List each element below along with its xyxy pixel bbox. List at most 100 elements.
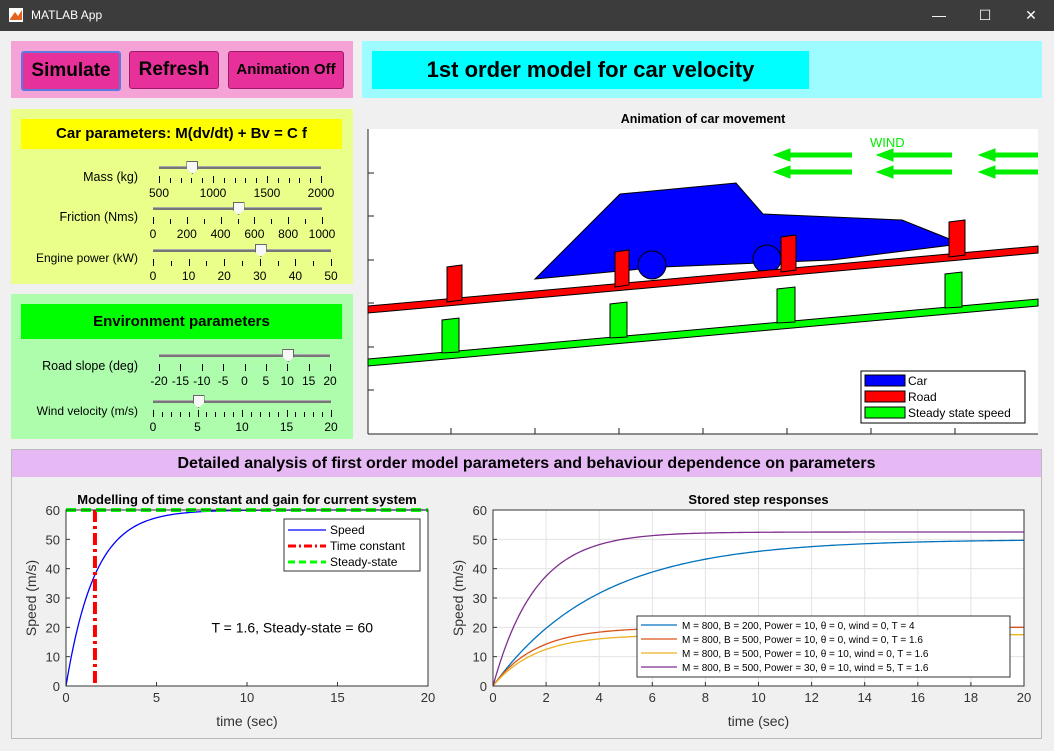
wind-minor-tick — [215, 412, 217, 417]
power-tick — [188, 259, 190, 266]
power-minor-tick — [277, 261, 279, 266]
wind-slider-track[interactable] — [153, 400, 331, 403]
wind-minor-tick — [295, 412, 297, 417]
wind-tick — [286, 410, 288, 417]
chart-title: Stored step responses — [688, 492, 828, 507]
close-button[interactable]: ✕ — [1008, 0, 1054, 31]
power-minor-tick — [313, 261, 315, 266]
annotation-text: T = 1.6, Steady-state = 60 — [211, 619, 373, 635]
wind-tick — [242, 410, 243, 417]
car-params-title: Car parameters: M(dv/dt) + Bv = C f — [21, 119, 342, 149]
mass-slider-track[interactable] — [159, 166, 321, 169]
friction-tick — [186, 217, 188, 224]
y-tick-label: 50 — [46, 532, 60, 547]
wind-minor-tick — [179, 412, 181, 417]
mass-minor-tick — [310, 178, 312, 183]
wind-minor-tick — [277, 412, 279, 417]
friction-tick — [322, 217, 323, 224]
y-tick-label: 60 — [46, 503, 60, 518]
y-tick-label: 0 — [480, 679, 487, 694]
minimize-button[interactable]: — — [916, 0, 962, 31]
wind-tick-label: 10 — [235, 420, 249, 434]
wind-minor-tick — [206, 412, 208, 417]
env-params-title: Environment parameters — [21, 304, 342, 339]
maximize-button[interactable]: ☐ — [962, 0, 1008, 31]
mass-minor-tick — [288, 178, 290, 183]
friction-label: Friction (Nms) — [59, 210, 138, 224]
legend-label: Time constant — [330, 539, 406, 553]
mass-minor-tick — [277, 178, 279, 183]
friction-minor-tick — [271, 219, 273, 224]
slope-tick — [330, 364, 331, 371]
mass-tick — [321, 176, 322, 183]
friction-tick-label: 800 — [278, 227, 299, 241]
power-tick — [153, 259, 154, 266]
refresh-button[interactable]: Refresh — [129, 51, 219, 89]
slope-tick-label: 10 — [280, 374, 294, 388]
friction-tick-label: 0 — [149, 227, 157, 241]
power-tick — [295, 259, 297, 266]
wind-tick-label: 5 — [194, 420, 201, 434]
friction-tick-label: 400 — [210, 227, 231, 241]
wind-minor-tick — [304, 412, 306, 417]
slope-tick-label: -5 — [217, 374, 229, 388]
animation-axes: Animation of car movement WIND Car Road … — [367, 112, 1039, 435]
x-tick-label: 14 — [857, 690, 871, 705]
y-axis-label: Speed (m/s) — [450, 560, 466, 636]
y-tick-label: 0 — [53, 679, 60, 694]
power-tick — [331, 259, 332, 266]
x-axis-label: time (sec) — [728, 713, 789, 729]
mass-minor-tick — [169, 178, 171, 183]
power-tick-label: 0 — [149, 269, 157, 283]
legend-label: Speed — [330, 523, 365, 537]
slope-tick — [223, 364, 225, 371]
mass-tick-label: 2000 — [307, 186, 335, 200]
simulate-button[interactable]: Simulate — [21, 51, 121, 91]
wind-minor-tick — [259, 412, 261, 417]
power-tick-label: 10 — [181, 269, 196, 283]
x-tick-label: 8 — [702, 690, 709, 705]
x-tick-label: 10 — [240, 690, 254, 705]
friction-tick — [288, 217, 290, 224]
legend-label: M = 800, B = 500, Power = 10, θ = 0, win… — [682, 635, 923, 646]
x-tick-label: 0 — [62, 690, 69, 705]
x-tick-label: 5 — [153, 690, 160, 705]
friction-minor-tick — [169, 219, 171, 224]
slope-label: Road slope (deg) — [42, 359, 138, 373]
slope-tick — [308, 364, 310, 371]
x-tick-label: 0 — [489, 690, 496, 705]
legend-swatch-road — [864, 390, 906, 403]
slope-slider-track[interactable] — [159, 354, 330, 357]
friction-tick — [254, 217, 256, 224]
animation-legend: Car Road Steady state speed — [860, 370, 1026, 424]
friction-minor-tick — [203, 219, 205, 224]
x-tick-label: 20 — [1017, 690, 1031, 705]
power-minor-tick — [206, 261, 208, 266]
wind-minor-tick — [188, 412, 190, 417]
wind-minor-tick — [268, 412, 270, 417]
x-tick-label: 18 — [964, 690, 978, 705]
slope-tick-label: 5 — [262, 374, 270, 388]
wind-tick — [153, 410, 154, 417]
legend-label-steady: Steady state speed — [908, 406, 1011, 420]
power-slider-track[interactable] — [153, 249, 331, 252]
friction-minor-tick — [305, 219, 307, 224]
matlab-logo-icon — [9, 8, 23, 22]
friction-tick-label: 1000 — [308, 227, 336, 241]
mass-minor-tick — [245, 178, 247, 183]
window-title: MATLAB App — [31, 8, 103, 22]
mass-minor-tick — [223, 178, 225, 183]
slope-tick-label: 0 — [241, 374, 248, 388]
animation-toggle-button[interactable]: Animation Off — [228, 51, 344, 89]
mass-minor-tick — [202, 178, 204, 183]
wind-minor-tick — [250, 412, 252, 417]
x-tick-label: 20 — [421, 690, 435, 705]
wind-tick — [331, 410, 332, 417]
mass-tick — [213, 176, 214, 183]
friction-tick-label: 600 — [244, 227, 265, 241]
y-tick-label: 10 — [46, 650, 60, 665]
legend-label: M = 800, B = 200, Power = 10, θ = 0, win… — [682, 621, 915, 632]
y-tick-label: 20 — [46, 620, 60, 635]
x-axis-label: time (sec) — [216, 713, 277, 729]
wind-minor-tick — [224, 412, 226, 417]
